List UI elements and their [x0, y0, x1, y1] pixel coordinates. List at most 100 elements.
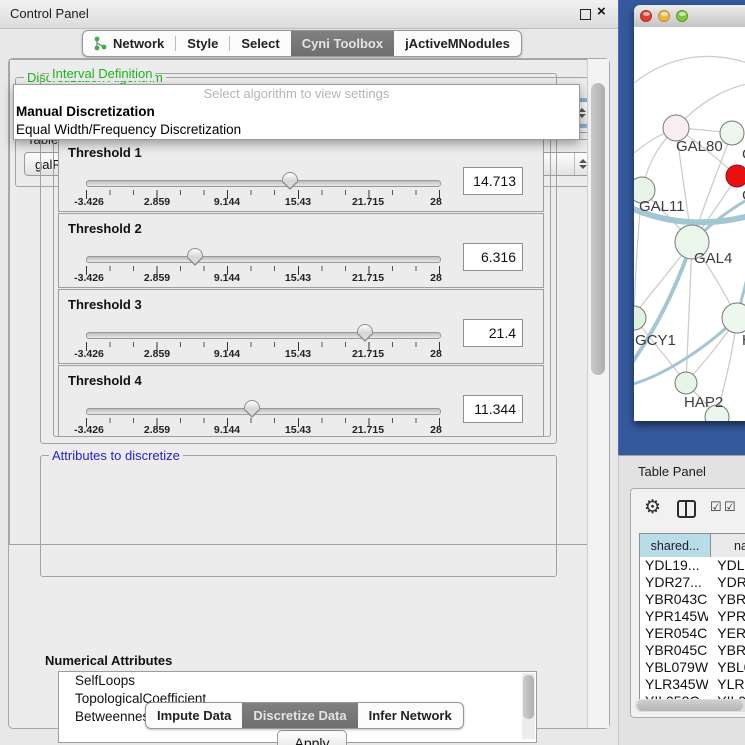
scrollbar-thumb[interactable] — [591, 83, 594, 375]
tab-impute-data[interactable]: Impute Data — [146, 703, 242, 728]
slider-ticks — [86, 342, 440, 351]
slider-ticks — [86, 266, 440, 275]
window-close-icon[interactable] — [640, 10, 652, 22]
table-row[interactable]: YLR345WYLR3 — [640, 676, 745, 693]
threshold-1-slider-thumb[interactable] — [282, 172, 298, 182]
tab-network[interactable]: Network — [83, 31, 175, 56]
cell: YBR0 — [708, 642, 745, 659]
cell: YBL079W — [640, 659, 708, 676]
threshold-4-slider-track[interactable] — [86, 408, 441, 415]
node-gcy1[interactable] — [634, 306, 646, 330]
table-toolbar: ⚙ ☑ ☑ — [631, 489, 745, 529]
window-zoom-icon[interactable] — [676, 10, 688, 22]
panel-vertical-scrollbar[interactable] — [587, 59, 594, 545]
tick-label: 21.715 — [352, 196, 384, 208]
tab-style-label: Style — [187, 36, 218, 51]
apply-button[interactable]: Apply — [277, 730, 347, 745]
threshold-3-slider-thumb[interactable] — [357, 324, 373, 334]
threshold-4-card: Threshold 4 -3.426 2.859 9.144 15.43 21.… — [58, 365, 544, 437]
screen: Control Panel × Network Style Select Cyn… — [0, 0, 745, 745]
node-label-gcy1: GCY1 — [635, 332, 676, 349]
checkbox-icon[interactable]: ☑ — [724, 499, 736, 515]
tick-label: 2.859 — [144, 272, 170, 284]
tab-jactivemnodules-label: jActiveMNodules — [405, 36, 510, 51]
table-row[interactable]: YBL079WYBL0 — [640, 659, 745, 676]
panel-title: Control Panel — [10, 6, 89, 21]
checkbox-icon[interactable]: ☑ — [710, 499, 722, 515]
table-row[interactable]: YPR145WYPR1 — [640, 608, 745, 625]
threshold-2-title: Threshold 2 — [68, 221, 142, 236]
threshold-2-slider-thumb[interactable] — [187, 248, 203, 258]
cell: YBL0 — [708, 659, 745, 676]
slider-ticks — [86, 190, 440, 199]
table-rows: YDL19...YDL1 YDR27...YDR2 YBR043CYBR0 YP… — [639, 557, 745, 705]
threshold-1-slider-track[interactable] — [86, 180, 441, 187]
network-window-titlebar[interactable] — [634, 5, 745, 28]
tick-label: -3.426 — [74, 272, 104, 284]
tab-jactivemnodules[interactable]: jActiveMNodules — [394, 31, 521, 56]
tab-infer-network[interactable]: Infer Network — [358, 703, 463, 728]
tick-label: 15.43 — [285, 272, 311, 284]
table-header-row: shared... na — [639, 533, 745, 558]
tick-label: 21.715 — [352, 272, 384, 284]
tick-label: 9.144 — [214, 272, 240, 284]
tick-label: 28 — [430, 424, 442, 436]
threshold-2-slider-track[interactable] — [86, 256, 441, 263]
table-panel: Table Panel ⚙ ☑ ☑ shared... na YDL19...Y… — [618, 455, 745, 745]
tab-impute-data-label: Impute Data — [157, 708, 231, 723]
cell: YDR27... — [640, 574, 708, 591]
tick-label: 9.144 — [214, 196, 240, 208]
network-graph — [634, 27, 745, 421]
table-browser: ⚙ ☑ ☑ shared... na YDL19...YDL1 YDR27...… — [630, 488, 745, 718]
column-header-name[interactable]: na — [711, 534, 745, 557]
threshold-4-title: Threshold 4 — [68, 373, 142, 388]
table-row[interactable]: YER054CYER0 — [640, 625, 745, 642]
threshold-4-value-field[interactable]: 11.344 — [463, 395, 523, 423]
table-row[interactable]: YBR043CYBR0 — [640, 591, 745, 608]
table-panel-title: Table Panel — [638, 464, 706, 479]
table-horizontal-scrollbar[interactable] — [635, 699, 745, 712]
control-panel-titlebar: Control Panel × — [0, 0, 618, 29]
close-icon[interactable]: × — [597, 3, 606, 20]
popup-item-equal-width[interactable]: Equal Width/Frequency Discretization — [14, 121, 579, 139]
tick-label: 21.715 — [352, 348, 384, 360]
popup-item-manual-discretization[interactable]: Manual Discretization — [14, 103, 579, 121]
cell: YDL19... — [640, 557, 708, 574]
threshold-3-value-field[interactable]: 21.4 — [463, 319, 523, 347]
tab-style[interactable]: Style — [176, 31, 229, 56]
tab-infer-network-label: Infer Network — [369, 708, 452, 723]
tab-discretize-data[interactable]: Discretize Data — [242, 703, 357, 728]
network-icon — [94, 36, 107, 51]
threshold-1-title: Threshold 1 — [68, 145, 142, 160]
node-top-right[interactable] — [720, 121, 744, 145]
threshold-2-value-field[interactable]: 6.316 — [463, 243, 523, 271]
threshold-1-value-field[interactable]: 14.713 — [463, 167, 523, 195]
tick-label: 28 — [430, 196, 442, 208]
tick-label: 15.43 — [285, 424, 311, 436]
threshold-3-title: Threshold 3 — [68, 297, 142, 312]
network-canvas[interactable]: GAL80 G C GAL11 GAL4 GCY1 H HAP2 — [634, 27, 745, 421]
node-hap2[interactable] — [675, 372, 697, 394]
network-desktop-background: GAL80 G C GAL11 GAL4 GCY1 H HAP2 — [618, 0, 745, 455]
float-window-icon[interactable] — [580, 9, 591, 20]
node-label-gal80: GAL80 — [676, 138, 723, 155]
network-view-window: GAL80 G C GAL11 GAL4 GCY1 H HAP2 — [634, 5, 745, 421]
node-red-selected[interactable] — [726, 165, 745, 187]
interval-definition-label: Interval Definition — [49, 66, 155, 81]
tick-label: -3.426 — [74, 196, 104, 208]
tab-cyni-toolbox-label: Cyni Toolbox — [302, 36, 383, 51]
threshold-3-slider-track[interactable] — [86, 332, 441, 339]
tab-cyni-toolbox[interactable]: Cyni Toolbox — [291, 31, 394, 56]
scrollbar-thumb[interactable] — [637, 700, 743, 711]
split-columns-icon[interactable] — [677, 500, 696, 518]
table-row[interactable]: YDR27...YDR2 — [640, 574, 745, 591]
gear-icon[interactable]: ⚙ — [644, 496, 661, 519]
tick-label: 2.859 — [144, 196, 170, 208]
table-row[interactable]: YDL19...YDL1 — [640, 557, 745, 574]
threshold-4-slider-thumb[interactable] — [244, 400, 260, 410]
window-minimize-icon[interactable] — [658, 10, 670, 22]
tab-select[interactable]: Select — [230, 31, 290, 56]
column-header-shared[interactable]: shared... — [639, 534, 711, 557]
cell: YBR0 — [708, 591, 745, 608]
table-row[interactable]: YBR045CYBR0 — [640, 642, 745, 659]
